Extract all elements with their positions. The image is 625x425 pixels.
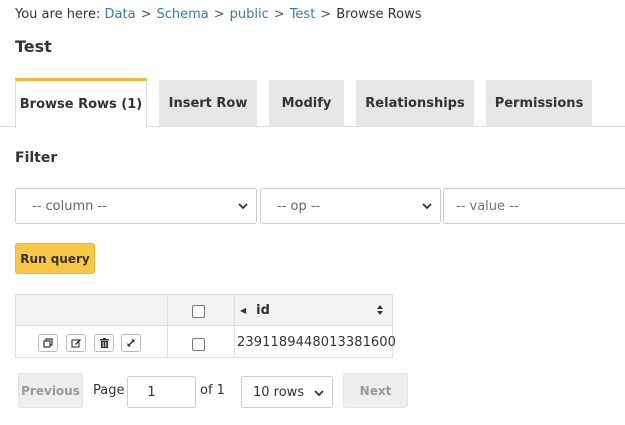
page-title: Test: [15, 37, 52, 56]
operator-select[interactable]: -- op --: [260, 188, 441, 224]
column-header-id[interactable]: ◀ id: [234, 295, 392, 326]
operator-select-value: -- op --: [277, 198, 321, 214]
breadcrumb-link-test[interactable]: Test: [290, 7, 316, 22]
breadcrumb-prefix: You are here:: [15, 7, 101, 22]
delete-row-button[interactable]: [94, 334, 114, 352]
breadcrumb: You are here: Data > Schema > public > Test > Br…: [15, 7, 421, 22]
rows-per-page-value: 10 rows: [253, 384, 305, 400]
tab-browse-rows[interactable]: Browse Rows (1): [15, 78, 147, 128]
chevron-down-icon: [314, 390, 324, 397]
breadcrumb-link-schema[interactable]: Schema: [156, 7, 208, 22]
tab-bar: Browse Rows (1) Insert Row Modify Relati…: [0, 78, 625, 128]
grid-divider: [167, 295, 168, 357]
chevron-down-icon: [238, 203, 248, 210]
column-header-id-label: id: [256, 303, 270, 318]
breadcrumb-separator: >: [273, 7, 285, 22]
grid-header-row: ◀ id: [16, 295, 392, 326]
copy-icon: [43, 338, 53, 348]
select-all-checkbox[interactable]: [192, 305, 205, 318]
sort-icon[interactable]: [376, 304, 384, 316]
tab-permissions[interactable]: Permissions: [486, 80, 592, 127]
column-select[interactable]: -- column --: [15, 188, 257, 224]
page-total-label: of 1: [200, 383, 225, 398]
trash-icon: [99, 338, 109, 348]
breadcrumb-separator: >: [320, 7, 332, 22]
rows-per-page-select[interactable]: 10 rows: [241, 376, 333, 408]
data-grid: ◀ id 2391189448013381600: [15, 294, 397, 358]
tab-modify[interactable]: Modify: [269, 80, 344, 127]
caret-left-icon: ◀: [240, 306, 247, 315]
breadcrumb-current: Browse Rows: [336, 7, 422, 22]
page-number-input[interactable]: [127, 376, 196, 408]
edit-icon: [70, 339, 81, 348]
grid-divider: [234, 295, 235, 357]
breadcrumb-link-data[interactable]: Data: [105, 7, 136, 22]
run-query-button[interactable]: Run query: [15, 243, 95, 274]
page-label: Page: [93, 383, 125, 398]
expand-row-button[interactable]: [121, 334, 141, 352]
filter-heading: Filter: [15, 150, 58, 166]
edit-row-button[interactable]: [66, 334, 86, 352]
table-row: 2391189448013381600: [16, 327, 397, 357]
tab-insert-row[interactable]: Insert Row: [159, 80, 257, 127]
column-select-value: -- column --: [32, 198, 107, 214]
filter-value-input[interactable]: [443, 188, 625, 224]
clone-row-button[interactable]: [38, 334, 58, 352]
breadcrumb-separator: >: [213, 7, 225, 22]
breadcrumb-link-public[interactable]: public: [230, 7, 269, 22]
previous-page-button[interactable]: Previous: [18, 373, 83, 408]
cell-id: 2391189448013381600: [237, 334, 397, 350]
tab-relationships[interactable]: Relationships: [356, 80, 474, 127]
row-select-checkbox[interactable]: [192, 338, 205, 351]
breadcrumb-separator: >: [140, 7, 152, 22]
chevron-down-icon: [422, 203, 432, 210]
expand-icon: [127, 339, 135, 347]
next-page-button[interactable]: Next: [343, 373, 408, 408]
